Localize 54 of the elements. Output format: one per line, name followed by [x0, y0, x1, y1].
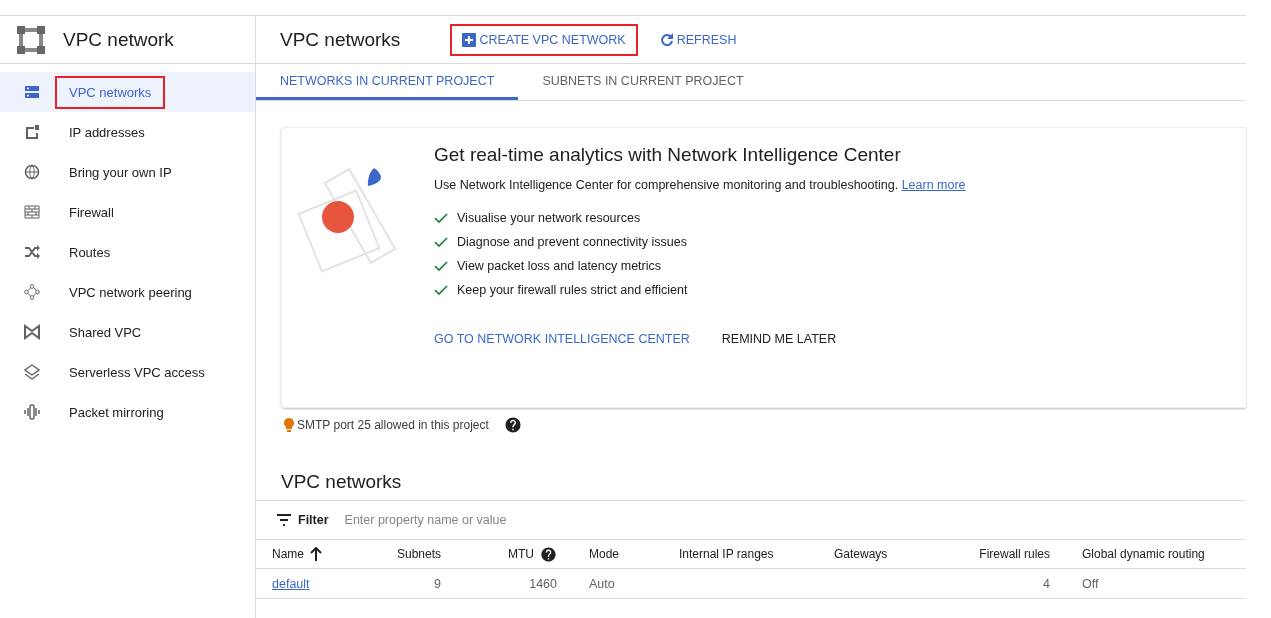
crossing-arrows-icon [24, 244, 40, 260]
tab[interactable]: NETWORKS IN CURRENT PROJECT [256, 64, 519, 100]
table-cell: 9 [380, 569, 457, 599]
sidebar-item[interactable]: Shared VPC [0, 312, 255, 352]
refresh-button[interactable]: REFRESH [649, 25, 747, 54]
filter-icon [276, 514, 292, 526]
sidebar-item[interactable]: IP addresses [0, 112, 255, 152]
help-icon[interactable] [540, 545, 557, 563]
tab[interactable]: SUBNETS IN CURRENT PROJECT [518, 64, 768, 100]
globe-icon [24, 164, 40, 180]
add-icon [462, 32, 477, 47]
node-graph-icon [24, 284, 40, 300]
feature-text: Keep your firewall rules strict and efficient [457, 283, 688, 297]
sidebar-item[interactable]: Firewall [0, 192, 255, 232]
product-title: VPC network [63, 28, 174, 51]
promo-button[interactable]: GO TO NETWORK INTELLIGENCE CENTER [434, 332, 690, 346]
create-button[interactable]: CREATE VPC NETWORK [452, 25, 636, 54]
promo-title: Get real-time analytics with Network Intelligence Center [434, 144, 902, 166]
section-title: VPC networks [281, 470, 403, 494]
sidebar-item[interactable]: Bring your own IP [0, 152, 255, 192]
learn-more-link[interactable]: Learn more [901, 178, 966, 192]
brick-wall-icon [24, 204, 40, 220]
smtp-notice: SMTP port 25 allowed in this project [297, 418, 489, 432]
help-icon[interactable] [503, 416, 522, 434]
table-cell: Off [1066, 569, 1246, 599]
mirror-bars-icon [24, 404, 40, 420]
feature-text: View packet loss and latency metrics [457, 259, 662, 273]
refresh-icon [659, 32, 674, 47]
table-cell: 1460 [457, 569, 573, 599]
ip-address-icon [24, 124, 40, 140]
feature-text: Visualise your network resources [457, 211, 641, 225]
check-icon [434, 260, 448, 272]
sort-up-arrow-icon [310, 547, 322, 561]
network-list-icon [24, 84, 40, 100]
promo-description: Use Network Intelligence Center for comprehensive monitoring and troubleshooting. Learn more [434, 178, 966, 192]
feature-text: Diagnose and prevent connectivity issues [457, 235, 687, 249]
network-link[interactable]: default [272, 576, 310, 591]
bowtie-icon [24, 324, 40, 340]
check-icon [434, 236, 448, 248]
check-icon [434, 284, 448, 296]
sidebar-item[interactable]: Packet mirroring [0, 392, 255, 432]
promo-button[interactable]: REMIND ME LATER [721, 332, 837, 346]
sidebar-item[interactable]: Routes [0, 232, 255, 272]
filter-label: Filter [298, 513, 329, 527]
check-icon [434, 212, 448, 224]
vpc-network-logo-icon [17, 25, 45, 54]
sidebar-item[interactable]: VPC networks [0, 72, 255, 112]
lightbulb-icon [284, 418, 294, 432]
sidebar-item[interactable]: Serverless VPC access [0, 352, 255, 392]
table-cell: 4 [939, 569, 1066, 599]
page-title: VPC networks [280, 28, 401, 51]
layered-diamond-icon [24, 364, 40, 380]
sidebar-item[interactable]: VPC network peering [0, 272, 255, 312]
table-cell: Auto [573, 569, 663, 599]
